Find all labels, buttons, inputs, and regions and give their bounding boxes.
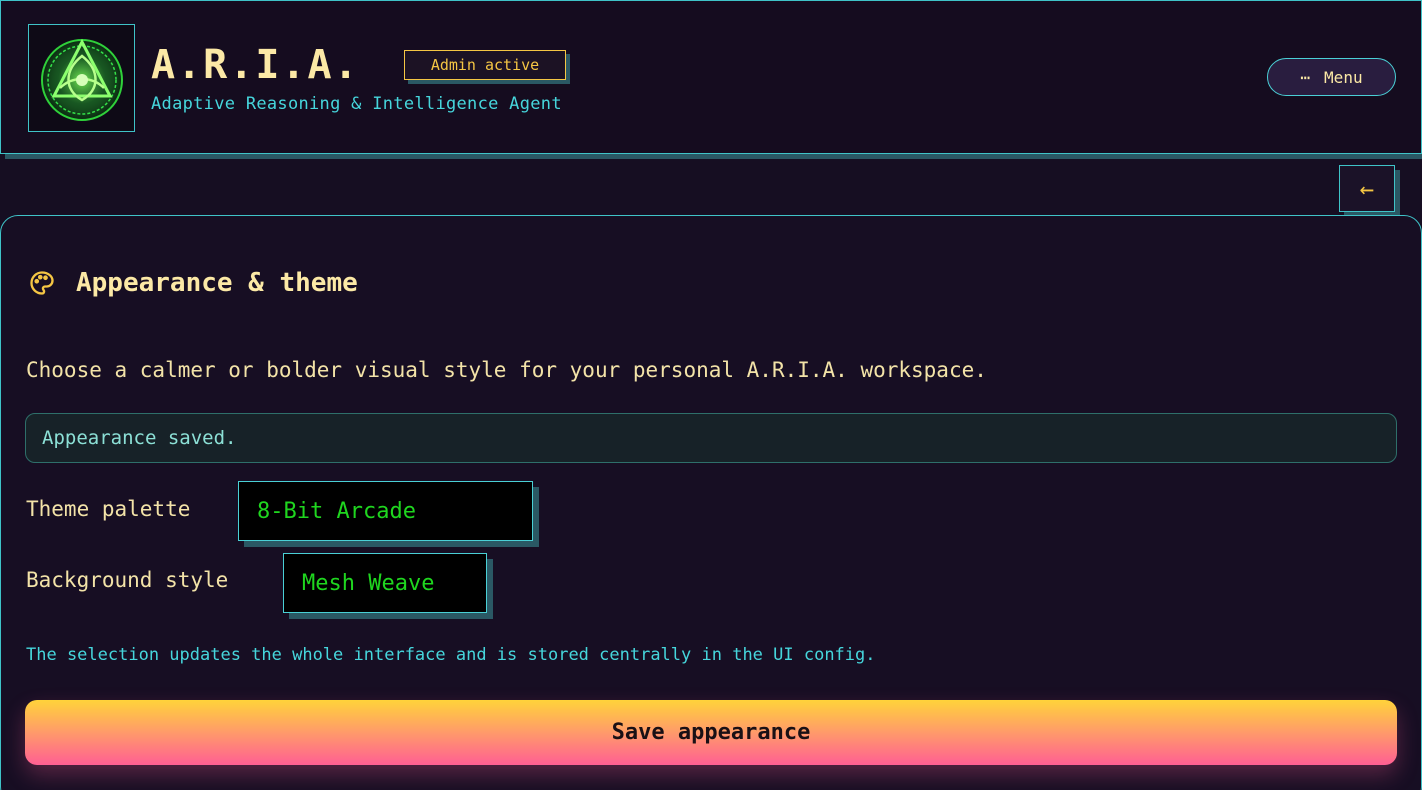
section-title: Appearance & theme xyxy=(76,268,358,298)
selection-hint: The selection updates the whole interfac… xyxy=(26,645,876,665)
back-button[interactable]: ← xyxy=(1339,165,1395,212)
palette-icon xyxy=(30,271,54,295)
app-subtitle: Adaptive Reasoning & Intelligence Agent xyxy=(151,94,562,114)
theme-palette-select[interactable]: 8-Bit Arcade xyxy=(238,481,533,541)
save-appearance-button[interactable]: Save appearance xyxy=(25,700,1397,765)
triquetra-emblem-icon xyxy=(40,38,123,121)
admin-status-badge: Admin active xyxy=(404,50,566,80)
menu-button[interactable]: ⋯ Menu xyxy=(1267,58,1396,96)
section-header: Appearance & theme xyxy=(28,268,358,298)
save-status-message: Appearance saved. xyxy=(25,413,1397,463)
app-header: A.R.I.A. Admin active Adaptive Reasoning… xyxy=(0,0,1422,154)
app-title: A.R.I.A. xyxy=(151,42,360,88)
background-style-select[interactable]: Mesh Weave xyxy=(283,553,487,613)
arrow-left-icon: ← xyxy=(1359,174,1375,203)
background-style-label: Background style xyxy=(26,568,229,592)
aria-logo xyxy=(28,24,135,132)
ellipsis-icon: ⋯ xyxy=(1300,67,1311,87)
menu-label: Menu xyxy=(1324,67,1363,87)
theme-palette-label: Theme palette xyxy=(26,497,191,521)
section-description: Choose a calmer or bolder visual style f… xyxy=(26,358,987,382)
